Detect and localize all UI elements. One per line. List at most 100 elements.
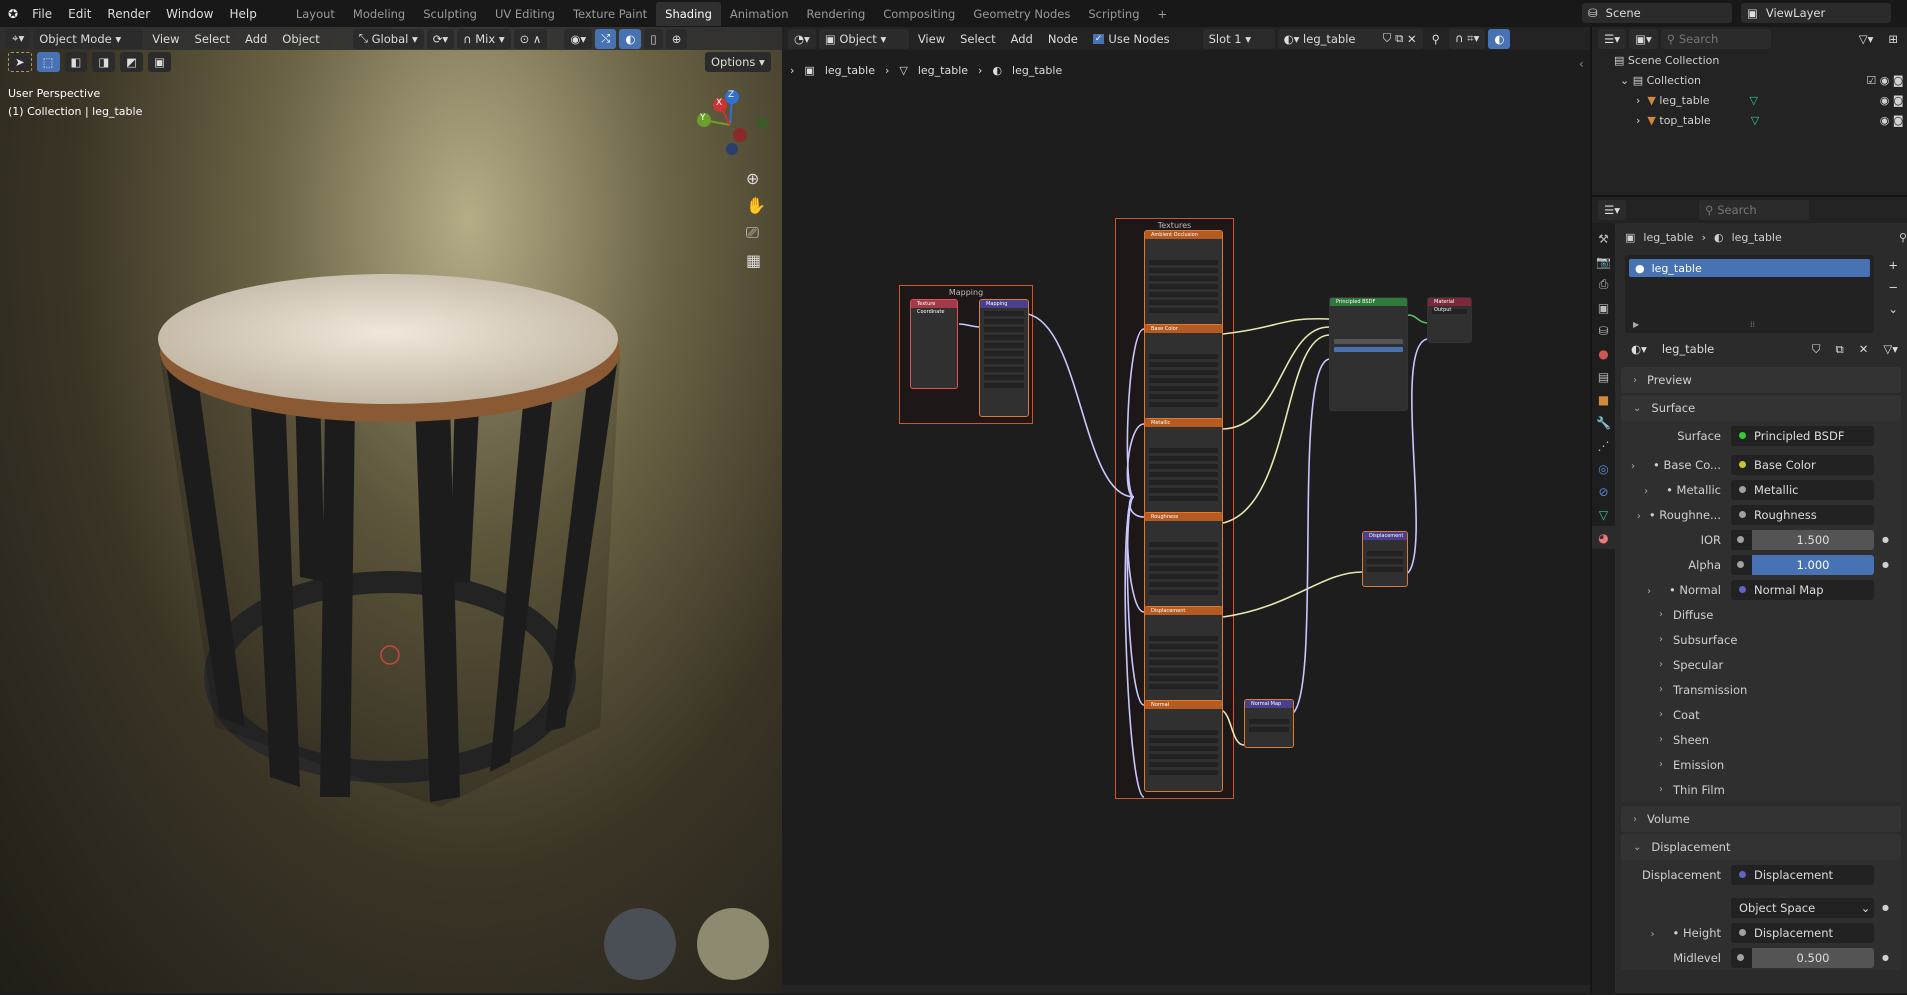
shader-node-editor[interactable]: ◔▾ ▣ Object ▾ View Select Add Node ✓ Use …	[782, 27, 1590, 993]
eye-icon[interactable]: ◉	[1880, 71, 1893, 91]
base-color-field[interactable]: Base Color	[1731, 454, 1874, 475]
display-mode-dropdown[interactable]: ☰▾	[1598, 29, 1627, 49]
expand-triangle-icon[interactable]: ▶	[1633, 320, 1639, 329]
camera-view-icon[interactable]: ⎚	[746, 223, 766, 243]
keyframe-dot-icon[interactable]: ●	[1882, 535, 1889, 544]
unlink-icon[interactable]: ✕	[1852, 339, 1875, 359]
ior-field[interactable]: 1.500	[1731, 529, 1874, 550]
proportional-edit-button[interactable]: ⊙ ∧	[513, 28, 548, 49]
orientation-dropdown[interactable]: ⤡ Global ▾	[352, 28, 424, 49]
menu-add[interactable]: Add	[239, 29, 273, 49]
subpanel-subsurface[interactable]: › Subsurface	[1621, 627, 1901, 652]
material-name-field[interactable]: leg_table	[1655, 339, 1803, 359]
material-icon[interactable]: ◕	[1592, 526, 1615, 549]
view-layer-selector[interactable]: ▣ ViewLayer	[1741, 3, 1891, 23]
resize-handle-icon[interactable]: ⁞⁞	[1750, 320, 1755, 329]
particles-icon[interactable]: ⋰	[1592, 434, 1615, 457]
subpanel-thin-film[interactable]: › Thin Film	[1621, 777, 1901, 802]
select-box-new-icon[interactable]: ⬚	[36, 52, 60, 72]
shading-wireframe[interactable]: ⊕	[665, 28, 688, 49]
zoom-icon[interactable]: ⊕	[746, 169, 766, 188]
constraints-icon[interactable]: ⊘	[1592, 480, 1615, 503]
options-dropdown[interactable]: Options ▾	[705, 52, 771, 72]
properties-search[interactable]: ⚲ Search	[1699, 200, 1810, 220]
eye-icon[interactable]: ◉	[1880, 111, 1893, 131]
subpanel-emission[interactable]: › Emission	[1621, 752, 1901, 777]
link-mesh-dropdown[interactable]: ▽▾	[1877, 339, 1904, 359]
node-image-roughness[interactable]: Roughness	[1144, 512, 1223, 617]
tab-sculpting[interactable]: Sculpting	[414, 2, 486, 26]
camera-icon[interactable]: ◙	[1893, 91, 1907, 111]
editor-type-button[interactable]: ☰▾	[1598, 200, 1627, 220]
space-dropdown[interactable]: Object Space ⌄	[1731, 897, 1874, 918]
subpanel-specular[interactable]: › Specular	[1621, 652, 1901, 677]
tab-texture-paint[interactable]: Texture Paint	[564, 2, 656, 26]
node-texture-coordinate[interactable]: Texture Coordinate	[910, 299, 958, 389]
output-icon[interactable]: ⎙	[1592, 273, 1615, 296]
keyframe-dot-icon[interactable]: ●	[1882, 953, 1889, 962]
tab-animation[interactable]: Animation	[721, 2, 798, 26]
select-tool-icon[interactable]: ➤	[8, 52, 32, 72]
select-box-invert-icon[interactable]: ◩	[120, 52, 144, 72]
chevron-right-icon[interactable]: ›	[1631, 461, 1635, 472]
camera-icon[interactable]: ◙	[1893, 71, 1907, 91]
render-icon[interactable]: 📷	[1592, 250, 1615, 273]
node-image-ao[interactable]: Ambient Occlusion	[1144, 230, 1223, 335]
tab-layout[interactable]: Layout	[287, 2, 344, 26]
subpanel-sheen[interactable]: › Sheen	[1621, 727, 1901, 752]
menu-render[interactable]: Render	[99, 7, 158, 21]
gizmo-toggle[interactable]: ⤭	[595, 28, 617, 49]
fake-user-icon[interactable]: ⛉	[1805, 339, 1827, 359]
add-workspace-button[interactable]: +	[1149, 2, 1177, 26]
chevron-right-icon[interactable]: ›	[1644, 486, 1648, 497]
world-icon[interactable]: ●	[1592, 342, 1615, 365]
panel-surface[interactable]: ⌄ Surface	[1621, 395, 1901, 421]
outliner-search[interactable]: ⚲ Search	[1660, 29, 1771, 49]
exclude-checkbox[interactable]: ☑	[1866, 71, 1879, 91]
node-mapping[interactable]: Mapping	[979, 299, 1029, 417]
chevron-right-icon[interactable]: ›	[1651, 929, 1655, 940]
tab-scripting[interactable]: Scripting	[1079, 2, 1148, 26]
tab-rendering[interactable]: Rendering	[798, 2, 875, 26]
filter-view-dropdown[interactable]: ▣▾	[1629, 29, 1658, 49]
ortho-grid-icon[interactable]: ▦	[746, 251, 766, 270]
menu-help[interactable]: Help	[221, 7, 264, 21]
new-collection-icon[interactable]: ⊞	[1882, 29, 1904, 49]
menu-window[interactable]: Window	[158, 7, 221, 21]
scene-selector[interactable]: ⛁ Scene	[1582, 3, 1732, 23]
height-field[interactable]: Displacement	[1731, 922, 1874, 943]
tab-compositing[interactable]: Compositing	[874, 2, 964, 26]
surface-shader-field[interactable]: Principled BSDF	[1731, 425, 1874, 446]
alpha-field[interactable]: 1.000	[1731, 554, 1874, 575]
ior-value[interactable]: 1.500	[1752, 529, 1874, 550]
subpanel-coat[interactable]: › Coat	[1621, 702, 1901, 727]
navigation-gizmo[interactable]: Z Y X	[690, 85, 770, 165]
eye-icon[interactable]: ◉	[1880, 91, 1893, 111]
camera-icon[interactable]: ◙	[1893, 111, 1907, 131]
tool-icon[interactable]: ⚒	[1592, 227, 1615, 250]
keyframe-dot-icon[interactable]: ●	[1882, 903, 1889, 912]
outliner-item-leg-table[interactable]: › ▼ leg_table ▽ ◉ ◙	[1592, 91, 1907, 111]
collection-icon[interactable]: ▤	[1592, 365, 1615, 388]
snap-blend-dropdown[interactable]: ∩ Mix ▾	[457, 28, 511, 49]
menu-object[interactable]: Object	[276, 29, 325, 49]
normal-field[interactable]: Normal Map	[1731, 579, 1874, 600]
xray-toggle[interactable]: ▯	[644, 28, 663, 49]
node-displacement[interactable]: Displacement	[1362, 531, 1408, 587]
mode-dropdown[interactable]: Object Mode ▾	[33, 28, 144, 49]
outliner-item-top-table[interactable]: › ▼ top_table ▽ ◉ ◙	[1592, 111, 1907, 131]
outliner-scene-collection[interactable]: ▤ Scene Collection	[1592, 51, 1907, 71]
filter-icon[interactable]: ▽▾	[1853, 29, 1880, 49]
outliner-collection[interactable]: ⌄ ▤ Collection ☑ ◉ ◙	[1592, 71, 1907, 91]
displacement-field[interactable]: Displacement	[1731, 864, 1874, 885]
tab-shading[interactable]: Shading	[656, 1, 721, 26]
alpha-value[interactable]: 1.000	[1752, 554, 1874, 575]
physics-icon[interactable]: ◎	[1592, 457, 1615, 480]
select-box-extend-icon[interactable]: ◧	[64, 52, 88, 72]
blender-logo-icon[interactable]: ✪	[0, 7, 24, 21]
material-slot-item[interactable]: ● leg_table	[1629, 259, 1871, 277]
menu-file[interactable]: File	[24, 7, 60, 21]
overlay-toggle[interactable]: ◐	[619, 28, 642, 49]
chevron-right-icon[interactable]: ›	[1637, 511, 1641, 522]
mesh-data-icon[interactable]: ▽	[1751, 111, 1759, 131]
